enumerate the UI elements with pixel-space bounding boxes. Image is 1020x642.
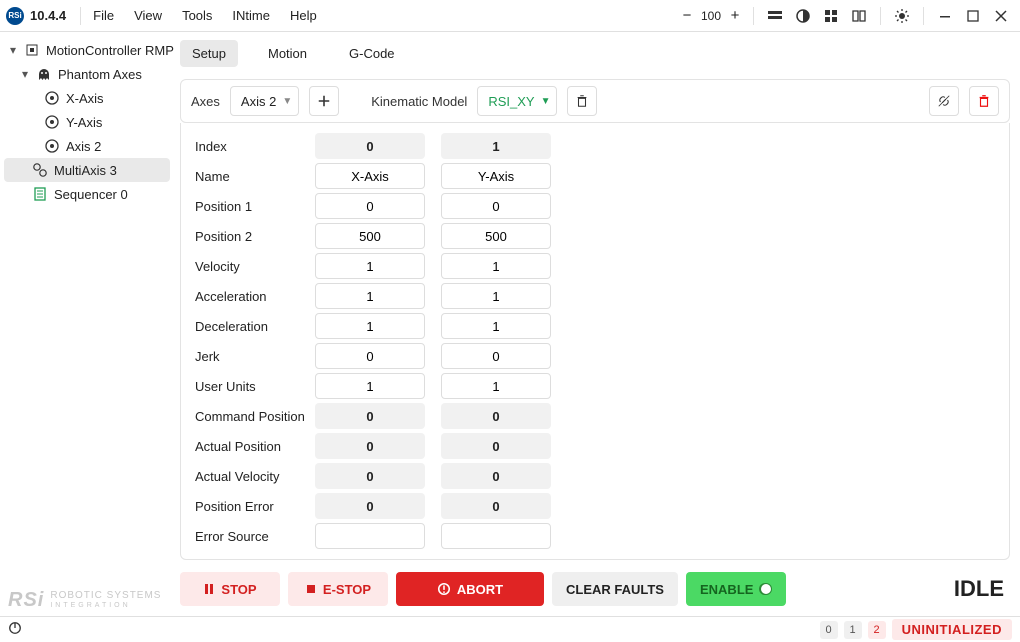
tree-panel: ▾ MotionController RMP ▾ Phantom Axes X-… — [0, 32, 176, 616]
contrast-icon[interactable] — [790, 3, 816, 29]
menu-tools[interactable]: Tools — [174, 6, 220, 25]
chevron-down-icon: ▼ — [541, 96, 551, 107]
ghost-icon — [36, 66, 52, 82]
tree-multiaxis[interactable]: MultiAxis 3 — [4, 158, 170, 182]
theme-icon[interactable] — [889, 3, 915, 29]
add-axis-button[interactable] — [309, 86, 339, 116]
tree-root[interactable]: ▾ MotionController RMP — [4, 38, 176, 62]
close-button[interactable] — [988, 3, 1014, 29]
property-grid: Index 0 1 Name Position 1 Position 2 Vel… — [180, 123, 1010, 560]
status-badge-2[interactable]: 2 — [868, 621, 886, 639]
prop-pos2: Position 2 — [195, 229, 315, 244]
menu-view[interactable]: View — [126, 6, 170, 25]
prop-actpos: Actual Position — [195, 439, 315, 454]
tree-phantom-axes[interactable]: ▾ Phantom Axes — [4, 62, 176, 86]
zoom-out-button[interactable]: − — [677, 6, 697, 26]
stop-button[interactable]: STOP — [180, 572, 280, 606]
sequencer-icon — [32, 186, 48, 202]
chip-icon — [24, 42, 40, 58]
brand-footer: RSi ROBOTIC SYSTEMSINTEGRATION — [8, 589, 161, 612]
model-dropdown[interactable]: RSI_XY ▼ — [477, 86, 557, 116]
tab-motion[interactable]: Motion — [256, 40, 319, 67]
tree-x-axis[interactable]: X-Axis — [4, 86, 176, 110]
tree-y-axis[interactable]: Y-Axis — [4, 110, 176, 134]
pos1-input-0[interactable] — [315, 193, 425, 219]
pos1-input-1[interactable] — [441, 193, 551, 219]
multiaxis-icon — [32, 162, 48, 178]
zoom-level: 100 — [697, 9, 725, 23]
abort-button[interactable]: ABORT — [396, 572, 544, 606]
grid-icon[interactable] — [818, 3, 844, 29]
enable-button[interactable]: ENABLE — [686, 572, 786, 606]
model-label: Kinematic Model — [371, 94, 467, 109]
status-badge-1[interactable]: 1 — [844, 621, 862, 639]
decel-input-1[interactable] — [441, 313, 551, 339]
axes-label: Axes — [191, 94, 220, 109]
prop-errsrc: Error Source — [195, 529, 315, 544]
accel-input-1[interactable] — [441, 283, 551, 309]
book-icon[interactable] — [846, 3, 872, 29]
app-logo: RSi — [6, 7, 24, 25]
accel-input-0[interactable] — [315, 283, 425, 309]
decel-input-0[interactable] — [315, 313, 425, 339]
jerk-input-1[interactable] — [441, 343, 551, 369]
zoom-in-button[interactable]: + — [725, 6, 745, 26]
version-label: 10.4.4 — [30, 8, 66, 23]
name-input-0[interactable] — [315, 163, 425, 189]
prop-pos1: Position 1 — [195, 199, 315, 214]
vel-input-1[interactable] — [441, 253, 551, 279]
delete-button[interactable] — [969, 86, 999, 116]
prop-decel: Deceleration — [195, 319, 315, 334]
layout-icon[interactable] — [762, 3, 788, 29]
state-label: IDLE — [954, 576, 1010, 602]
errsrc-0 — [315, 523, 425, 549]
prop-units: User Units — [195, 379, 315, 394]
expand-arrow-1[interactable]: ⌄ — [441, 551, 551, 560]
tab-gcode[interactable]: G-Code — [337, 40, 407, 67]
toolbar: Axes Axis 2 ▼ Kinematic Model RSI_XY ▼ — [180, 79, 1010, 123]
axis-icon — [44, 114, 60, 130]
axis-icon — [44, 138, 60, 154]
delete-model-button[interactable] — [567, 86, 597, 116]
pos2-input-0[interactable] — [315, 223, 425, 249]
prop-poserr: Position Error — [195, 499, 315, 514]
jerk-input-0[interactable] — [315, 343, 425, 369]
chevron-down-icon: ▼ — [282, 96, 292, 107]
clear-faults-button[interactable]: CLEAR FAULTS — [552, 572, 678, 606]
prop-name: Name — [195, 169, 315, 184]
menu-help[interactable]: Help — [282, 6, 325, 25]
prop-accel: Acceleration — [195, 289, 315, 304]
axis-dropdown[interactable]: Axis 2 ▼ — [230, 86, 299, 116]
name-input-1[interactable] — [441, 163, 551, 189]
power-icon[interactable] — [8, 621, 22, 638]
prop-index: Index — [195, 139, 315, 154]
minimize-button[interactable] — [932, 3, 958, 29]
estop-button[interactable]: E-STOP — [288, 572, 388, 606]
axis-icon — [44, 90, 60, 106]
maximize-button[interactable] — [960, 3, 986, 29]
prop-cmdpos: Command Position — [195, 409, 315, 424]
status-label: UNINITIALIZED — [892, 619, 1012, 640]
expand-arrow-0[interactable]: ⌄ — [315, 551, 425, 560]
toggle-icon — [759, 583, 772, 595]
menu-intime[interactable]: INtime — [224, 6, 278, 25]
prop-velocity: Velocity — [195, 259, 315, 274]
menu-file[interactable]: File — [85, 6, 122, 25]
tree-axis-2[interactable]: Axis 2 — [4, 134, 176, 158]
units-input-1[interactable] — [441, 373, 551, 399]
vel-input-0[interactable] — [315, 253, 425, 279]
tree-sequencer[interactable]: Sequencer 0 — [4, 182, 176, 206]
status-badge-0[interactable]: 0 — [820, 621, 838, 639]
tab-setup[interactable]: Setup — [180, 40, 238, 67]
units-input-0[interactable] — [315, 373, 425, 399]
menu-bar: File View Tools INtime Help — [85, 6, 325, 25]
pos2-input-1[interactable] — [441, 223, 551, 249]
prop-actvel: Actual Velocity — [195, 469, 315, 484]
prop-jerk: Jerk — [195, 349, 315, 364]
errsrc-1 — [441, 523, 551, 549]
link-button[interactable] — [929, 86, 959, 116]
